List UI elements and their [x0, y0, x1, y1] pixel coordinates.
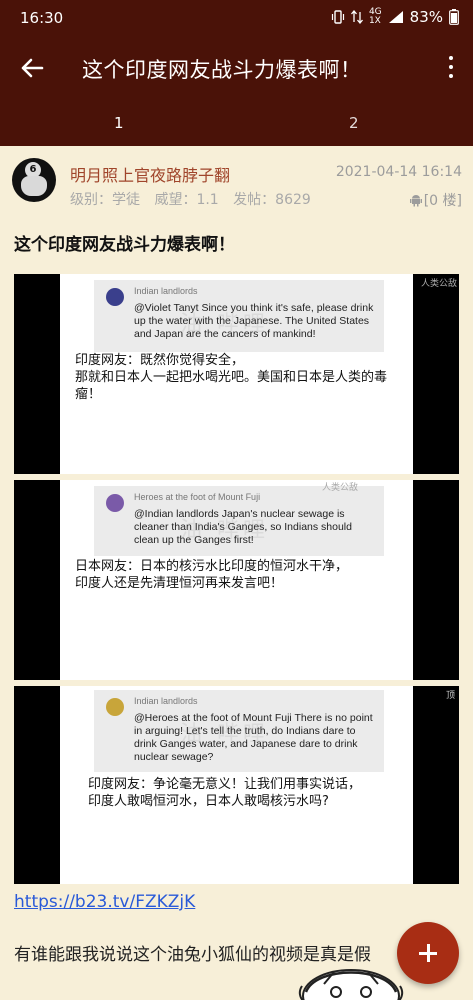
watermark: 油 哔哩 [180, 518, 269, 543]
tweet-handle: Indian landlords [134, 286, 198, 296]
status-time: 16:30 [20, 9, 64, 27]
caption-line: 印度网友：既然你觉得安全， [75, 353, 245, 368]
avatar[interactable]: 6 [12, 158, 56, 202]
network-type: 4G 1X [368, 7, 382, 26]
watermark: 人类公敌 [420, 279, 457, 289]
post-image-2[interactable]: Heroes at the foot of Mount Fuji @Indian… [14, 480, 459, 680]
caption: 印度网友：既然你觉得安全， 那就和日本人一起把水喝光吧。美国和日本是人类的毒瘤！ [75, 352, 403, 403]
author-post-count: 发帖：8629 [233, 192, 311, 208]
caption: 印度网友：争论毫无意义！让我们用事实说话， 印度人敢喝恒河水，日本人敢喝核污水吗… [88, 776, 403, 810]
vibrate-icon [331, 10, 345, 24]
battery-level: 83% [409, 8, 443, 26]
watermark: 人类公敌 [322, 483, 359, 493]
post-title: 这个印度网友战斗力爆表啊！ [14, 235, 235, 255]
floor-indicator: [0 楼] [409, 190, 462, 210]
post-header: 6 明月照上官夜路脖子翻 2021-04-14 16:14 级别：学徒 威望：1… [0, 146, 473, 222]
watermark: 油 哔哩 [180, 312, 269, 337]
floor-number: [0 楼] [423, 193, 462, 209]
page-title: 这个印度网友战斗力爆表啊！ [82, 58, 362, 82]
status-bar: 16:30 4G 1X 83% [0, 0, 473, 36]
post-date: 2021-04-14 16:14 [335, 164, 462, 180]
caption-line: 印度网友：争论毫无意义！让我们用事实说话， [88, 777, 362, 792]
watermark: 油 哔哩 [180, 722, 269, 747]
tab-page-2[interactable]: 2 [349, 114, 359, 132]
post-image-3[interactable]: Indian landlords @Heroes at the foot of … [14, 686, 459, 884]
video-link[interactable]: https://b23.tv/FZKZjK [14, 892, 195, 912]
data-transfer-icon [350, 10, 363, 24]
add-reply-button[interactable] [397, 922, 459, 984]
post-image-1[interactable]: Indian landlords @Violet Tanyt Since you… [14, 274, 459, 474]
caption-line: 印度人还是先清理恒河再来发言吧！ [75, 576, 284, 591]
watermark: 顶 [445, 691, 455, 701]
status-icons: 4G 1X 83% [331, 8, 459, 26]
plus-icon [427, 944, 430, 962]
author-name[interactable]: 明月照上官夜路脖子翻 [70, 162, 230, 186]
caption: 日本网友：日本的核污水比印度的恒河水干净， 印度人还是先清理恒河再来发言吧！ [75, 558, 403, 592]
tweet-avatar [106, 288, 124, 306]
author-meta: 级别：学徒 威望：1.1 发帖：8629 [70, 189, 321, 209]
tweet-avatar [106, 698, 124, 716]
more-options-icon[interactable] [447, 56, 455, 82]
caption-line: 日本网友：日本的核污水比印度的恒河水干净， [75, 559, 349, 574]
tweet-avatar [106, 494, 124, 512]
tweet-handle: Indian landlords [134, 696, 198, 706]
app-bar: 这个印度网友战斗力爆表啊！ [0, 36, 473, 100]
android-icon [409, 194, 422, 206]
cartoon-girl-sticker [298, 969, 404, 1000]
author-level: 级别：学徒 [70, 192, 140, 208]
signal-icon [388, 11, 403, 23]
author-prestige: 威望：1.1 [154, 192, 219, 208]
tab-page-1[interactable]: 1 [114, 114, 124, 132]
caption-line: 那就和日本人一起把水喝光吧。美国和日本是人类的毒瘤！ [75, 370, 388, 402]
caption-line: 印度人敢喝恒河水，日本人敢喝核污水吗? [88, 794, 329, 809]
battery-icon [449, 9, 459, 25]
back-arrow-icon[interactable] [18, 54, 46, 82]
tweet-handle: Heroes at the foot of Mount Fuji [134, 492, 261, 502]
page-tabs: 1 2 [0, 100, 473, 146]
skull-icon [21, 176, 47, 196]
